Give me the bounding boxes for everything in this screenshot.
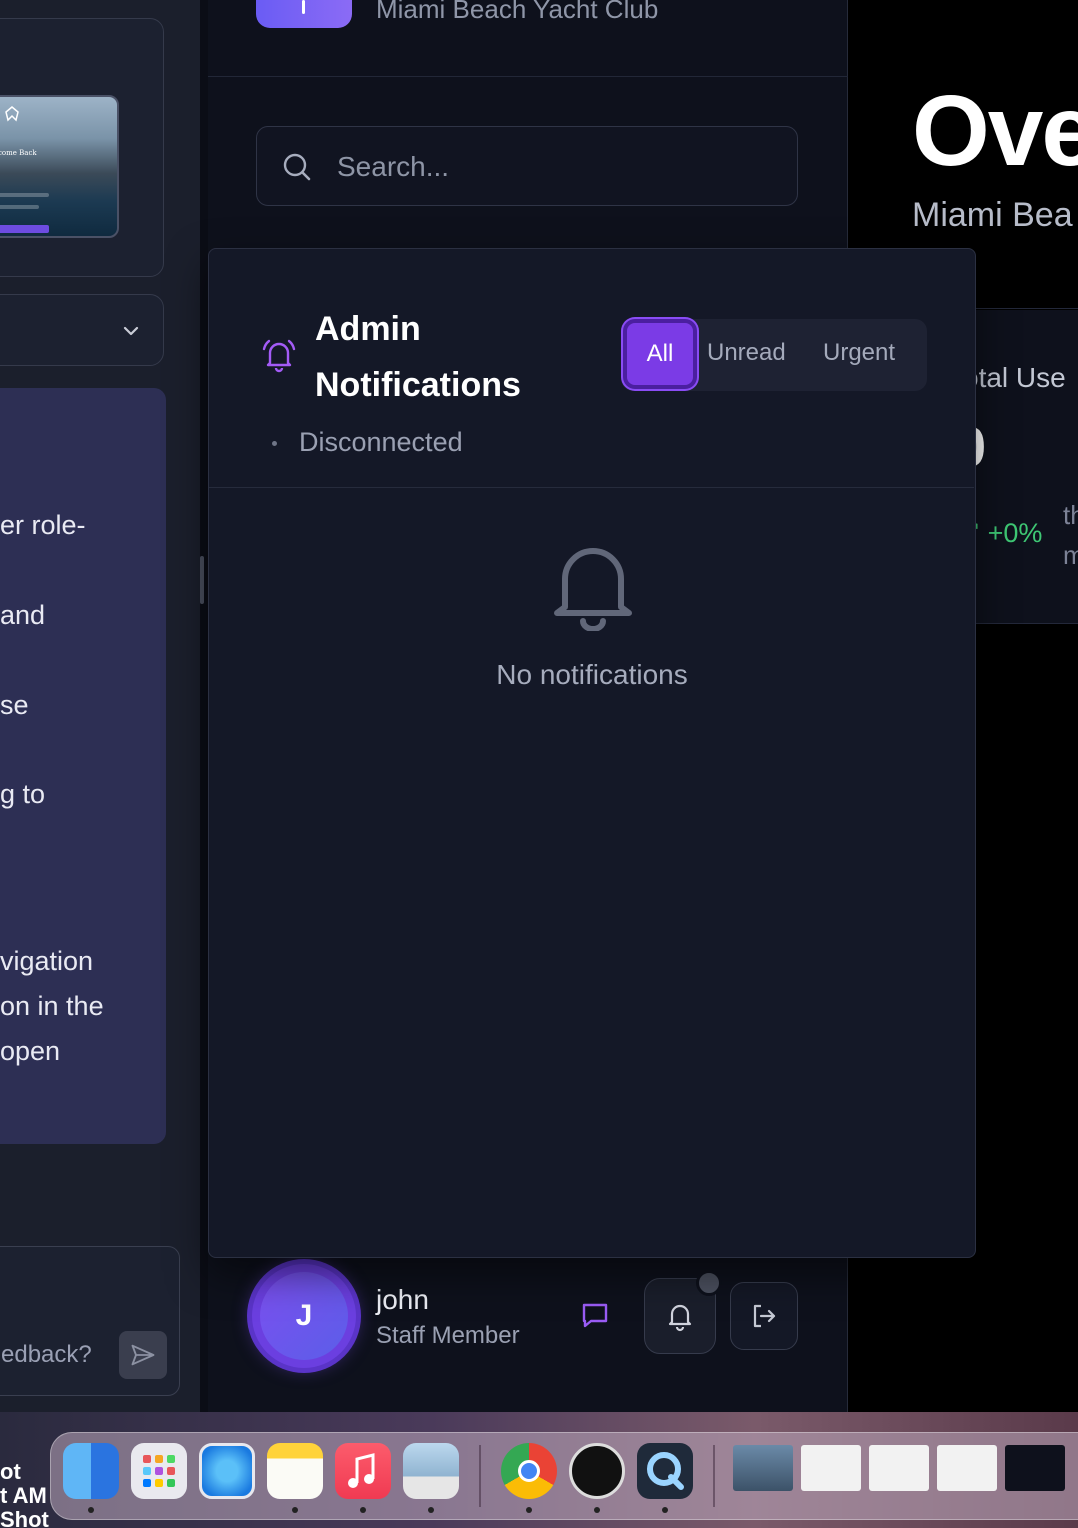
club-name: Miami Beach Yacht Club (376, 0, 659, 24)
instruments-icon[interactable] (569, 1443, 625, 1499)
avatar[interactable]: J (252, 1264, 356, 1368)
bell-icon (668, 1304, 692, 1332)
message-text: and (0, 600, 46, 630)
message-text: on in the (0, 991, 104, 1021)
thumbnail-caption: Welcome Back (0, 149, 37, 157)
minimized-window[interactable] (733, 1445, 793, 1491)
desktop-file-label: ot t AM Shot (0, 1459, 49, 1528)
message-text: er role- (0, 510, 86, 540)
user-name: john (376, 1284, 429, 1315)
empty-state-message: No notifications (496, 659, 688, 690)
club-logo[interactable] (256, 0, 352, 28)
stat-label: otal Use (963, 362, 1066, 393)
message-text: se (0, 690, 29, 720)
avatar-initial: J (260, 1272, 348, 1360)
running-indicator (428, 1507, 434, 1513)
assistant-message-bubble: er role- and se g to vigation on in the … (0, 388, 166, 1144)
logout-icon (753, 1304, 776, 1328)
feedback-placeholder: edback? (1, 1341, 92, 1368)
running-indicator (88, 1507, 94, 1513)
send-icon (131, 1344, 155, 1366)
running-indicator (526, 1507, 532, 1513)
safari-icon[interactable] (199, 1443, 255, 1499)
search-icon (283, 153, 311, 181)
quicktime-q-icon (647, 1452, 684, 1490)
launchpad-grid-icon (143, 1455, 175, 1487)
notification-filter-tabs: All Unread Urgent (621, 319, 927, 391)
finder-icon[interactable] (63, 1443, 119, 1499)
running-indicator (292, 1507, 298, 1513)
panel-resize-handle[interactable] (200, 556, 204, 604)
music-icon[interactable] (335, 1443, 391, 1499)
notifications-popover: Admin Notifications Disconnected All Unr… (208, 248, 976, 1258)
model-dropdown[interactable] (0, 294, 164, 366)
chat-bubble-icon (582, 1303, 608, 1328)
club-logo-icon (5, 106, 19, 122)
tab-all[interactable]: All (623, 319, 697, 389)
chevron-down-icon (123, 326, 139, 336)
running-indicator (594, 1507, 600, 1513)
running-indicator (662, 1507, 668, 1513)
chrome-icon[interactable] (501, 1443, 557, 1499)
quicktime-icon[interactable] (637, 1443, 693, 1499)
minimized-window[interactable] (1005, 1445, 1065, 1491)
bell-icon (554, 548, 632, 631)
feedback-input-box[interactable]: edback? (0, 1246, 180, 1396)
stat-change: ↗ +0% (965, 518, 1042, 549)
minimized-window[interactable] (937, 1445, 997, 1491)
connection-status: Disconnected (299, 427, 463, 457)
launchpad-icon[interactable] (131, 1443, 187, 1499)
stat-change-value: +0% (987, 518, 1043, 548)
bell-ringing-icon (262, 339, 296, 373)
minimized-window[interactable] (869, 1445, 929, 1491)
notification-badge (696, 1270, 722, 1296)
thumbnail-button (0, 225, 49, 233)
notifications-title: Admin Notifications (315, 310, 521, 404)
notes-icon[interactable] (267, 1443, 323, 1499)
preview-icon[interactable] (403, 1443, 459, 1499)
screenshot-preview-card[interactable]: Welcome Back (0, 18, 164, 277)
logout-button[interactable] (730, 1282, 798, 1350)
message-text: g to (0, 779, 46, 809)
divider (208, 76, 848, 77)
music-note-icon (348, 1453, 375, 1488)
stat-note: m (1063, 540, 1078, 570)
dock-separator (479, 1445, 481, 1507)
running-indicator (360, 1507, 366, 1513)
divider (209, 487, 974, 488)
dock-separator (713, 1445, 715, 1507)
page-title: Ove (912, 75, 1078, 187)
stat-note: th (1063, 500, 1078, 530)
user-role: Staff Member (376, 1322, 520, 1349)
total-users-card: otal Use 0 ↗ +0% th m (955, 310, 1078, 624)
chat-panel: Welcome Back er role- and se g to vigati… (0, 0, 200, 1412)
minimized-window[interactable] (801, 1445, 861, 1491)
tab-urgent[interactable]: Urgent (823, 339, 895, 367)
message-text: open (0, 1036, 61, 1066)
message-text: vigation (0, 946, 94, 976)
search-input[interactable] (337, 145, 777, 189)
dock (50, 1432, 1078, 1520)
connection-dot (272, 441, 277, 446)
screenshot-thumbnail[interactable]: Welcome Back (0, 95, 119, 238)
thumbnail-field (0, 193, 49, 197)
page-subtitle: Miami Bea (912, 196, 1073, 234)
search-box[interactable] (256, 126, 798, 206)
tab-unread[interactable]: Unread (707, 339, 786, 367)
messages-button[interactable] (574, 1294, 616, 1336)
send-button[interactable] (119, 1331, 167, 1379)
thumbnail-field (0, 205, 39, 209)
